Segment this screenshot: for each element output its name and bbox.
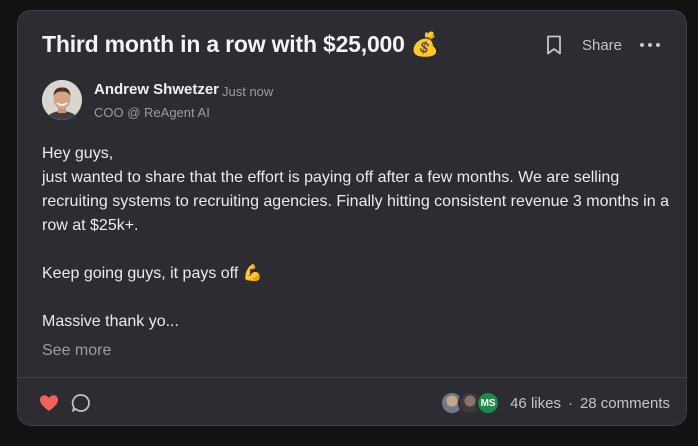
post-title[interactable]: Third month in a row with $25,000 💰 (42, 31, 440, 58)
engagement-summary: MS 46 likes · 28 comments (440, 391, 670, 415)
comment-icon[interactable] (71, 393, 91, 413)
author-avatar[interactable] (42, 80, 82, 120)
liker-avatar-initials: MS (476, 391, 501, 415)
liker-avatars[interactable]: MS (440, 391, 501, 415)
stats-separator: · (567, 394, 573, 412)
body-paragraph: just wanted to share that the effort is … (42, 169, 669, 234)
author-role: COO @ ReAgent AI (94, 105, 210, 120)
post-header-actions: Share (546, 35, 660, 55)
likes-count[interactable]: 46 likes (510, 395, 561, 412)
post-timestamp: Just now (222, 84, 274, 99)
bookmark-icon[interactable] (546, 35, 562, 55)
see-more-link[interactable]: See more (42, 342, 111, 360)
post-card: Third month in a row with $25,000 💰 Shar… (17, 10, 687, 426)
body-paragraph: Hey guys, (42, 145, 114, 162)
body-paragraph: Keep going guys, it pays off 💪 (42, 265, 263, 282)
heart-icon[interactable] (39, 394, 59, 412)
body-paragraph: Massive thank yo... (42, 313, 179, 330)
comments-count[interactable]: 28 comments (580, 395, 670, 412)
author-name[interactable]: Andrew Shwetzer (94, 81, 219, 98)
more-options-icon[interactable] (640, 35, 660, 55)
footer-divider (18, 377, 686, 378)
share-button[interactable]: Share (582, 37, 622, 54)
post-body: Hey guys, just wanted to share that the … (42, 142, 672, 334)
